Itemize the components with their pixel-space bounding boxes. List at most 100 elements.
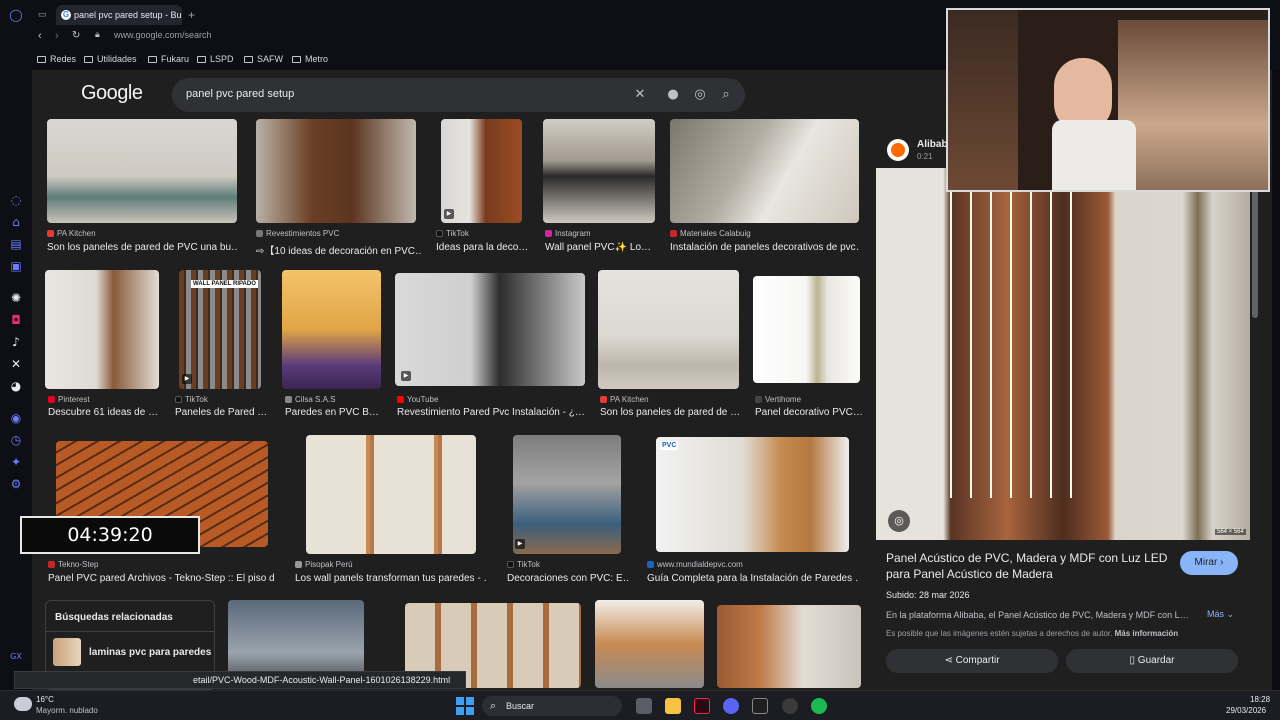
sidebar-bot-icon[interactable]: ⌂ <box>9 215 23 229</box>
tiktok-icon[interactable]: ♪ <box>9 335 23 349</box>
share-button[interactable]: ⋖ Compartir <box>886 649 1058 673</box>
microphone-icon[interactable]: ● <box>665 87 681 103</box>
result-image[interactable] <box>543 119 655 223</box>
result-image[interactable] <box>45 270 159 389</box>
result-image[interactable] <box>256 119 416 223</box>
result-title[interactable]: Son los paneles de pared de PVC una bu… <box>47 242 237 253</box>
result-source: Revestimientos PVC <box>256 229 339 238</box>
tab-search[interactable]: G panel pvc pared setup - Bu <box>56 5 182 25</box>
panel-title[interactable]: Panel Acústico de PVC, Madera y MDF con … <box>886 550 1168 582</box>
windows-start-icon[interactable] <box>456 697 474 715</box>
search-icon[interactable]: ⌕ <box>718 87 734 103</box>
result-title[interactable]: Instalación de paneles decorativos de pv… <box>670 242 860 253</box>
result-title[interactable]: Panel decorativo PVC… <box>755 407 865 418</box>
spotify-icon[interactable]: ◉ <box>9 411 23 425</box>
result-title[interactable]: Panel PVC pared Archivos - Tekno-Step ::… <box>48 573 276 584</box>
extensions-icon[interactable]: ✦ <box>9 455 23 469</box>
folder-icon <box>292 56 301 63</box>
sidebar-m-icon[interactable]: ▣ <box>9 259 23 273</box>
forward-icon[interactable]: › <box>55 30 59 42</box>
result-title[interactable]: Wall panel PVC✨ Lo… <box>545 242 655 253</box>
folder-icon <box>37 56 46 63</box>
result-title[interactable]: Los wall panels transforman tus paredes … <box>295 573 487 584</box>
result-title[interactable]: Paneles de Pared … <box>175 407 267 418</box>
new-tab-button[interactable]: + <box>188 8 195 22</box>
result-title[interactable]: Paredes en PVC B… <box>285 407 380 418</box>
panel-site[interactable]: Alibab <box>917 139 948 150</box>
sidebar-circle-icon[interactable]: ◌ <box>9 193 23 207</box>
lens-icon[interactable]: ◎ <box>692 87 708 103</box>
browser-logo-icon[interactable]: ◯ <box>9 8 23 22</box>
more-info-link[interactable]: Más información <box>1115 629 1179 638</box>
result-source: Pisopak Perú <box>295 560 353 569</box>
reload-icon[interactable]: ↻ <box>72 30 80 41</box>
bookmark-utilidades[interactable]: Utilidades <box>84 54 137 64</box>
result-title[interactable]: ⇨【10 ideas de decoración en PVC… <box>256 242 421 257</box>
result-source: Tekno-Step <box>48 560 98 569</box>
address-bar[interactable]: www.google.com/search <box>114 30 212 40</box>
result-source: www.mundialdepvc.com <box>647 560 743 569</box>
back-icon[interactable]: ‹ <box>38 30 42 42</box>
result-image[interactable] <box>595 600 704 688</box>
result-image[interactable]: PVC <box>656 437 849 552</box>
save-button[interactable]: ▯ Guardar <box>1066 649 1238 673</box>
result-image[interactable] <box>282 270 381 389</box>
thumb-badge: WALL PANEL RIPADO <box>191 280 258 288</box>
result-image[interactable] <box>753 276 860 383</box>
task-view-icon[interactable] <box>636 698 652 714</box>
result-title[interactable]: Son los paneles de pared de … <box>600 407 740 418</box>
opera-gx-icon[interactable] <box>694 698 710 714</box>
clear-icon[interactable]: ✕ <box>632 87 648 103</box>
sidebar-mail-icon[interactable]: ▤ <box>9 237 23 251</box>
result-title[interactable]: Ideas para la deco… <box>436 242 531 253</box>
result-image[interactable]: ▶ <box>441 119 522 223</box>
google-logo[interactable]: Google <box>81 82 143 105</box>
chatgpt-icon[interactable]: ✺ <box>9 291 23 305</box>
result-image[interactable] <box>717 605 861 688</box>
audio-app-icon[interactable] <box>752 698 768 714</box>
file-explorer-icon[interactable] <box>665 698 681 714</box>
discord-icon[interactable]: ◕ <box>9 379 23 393</box>
result-image[interactable]: ▶ <box>395 273 585 386</box>
result-title[interactable]: Revestimiento Pared Pvc Instalación - ¿… <box>397 407 587 418</box>
bookmark-safw[interactable]: SAFW <box>244 54 283 64</box>
taskbar-search[interactable]: ⌕ Buscar <box>482 696 622 716</box>
related-item[interactable]: laminas pvc para paredes <box>89 647 211 658</box>
lens-icon[interactable]: ◎ <box>888 510 910 532</box>
result-title[interactable]: Decoraciones con PVC: E… <box>507 573 629 584</box>
settings-icon[interactable]: ⚙ <box>9 477 23 491</box>
x-icon[interactable]: ✕ <box>9 357 23 371</box>
result-image[interactable] <box>670 119 859 223</box>
browser-sidebar: ◯ ◌ ⌂ ▤ ▣ ✺ ◘ ♪ ✕ ◕ ◉ ◷ ✦ ⚙ GX <box>0 0 32 690</box>
weather-cloud-icon <box>14 697 32 711</box>
site-favicon-icon <box>436 230 443 237</box>
history-icon[interactable]: ◷ <box>9 433 23 447</box>
discord-icon[interactable] <box>723 698 739 714</box>
result-image[interactable] <box>306 435 476 554</box>
folder-icon <box>244 56 253 63</box>
gx-icon[interactable]: GX <box>9 650 23 664</box>
search-input[interactable]: panel pvc pared setup <box>186 88 294 100</box>
preview-image[interactable]: ◎ 564 × 564 <box>876 168 1250 540</box>
result-image[interactable] <box>598 270 739 389</box>
more-button[interactable]: Más ⌄ <box>1207 609 1234 620</box>
clock-date[interactable]: 29/03/2026 <box>1226 706 1266 715</box>
clock-time[interactable]: 18:28 <box>1250 695 1270 704</box>
result-image[interactable] <box>47 119 237 223</box>
bookmark-fukaru[interactable]: Fukaru <box>148 54 189 64</box>
tab-manager-icon[interactable]: ▭ <box>38 9 48 19</box>
weather-temp[interactable]: 16°C <box>36 695 54 704</box>
instagram-icon[interactable]: ◘ <box>9 313 23 327</box>
spotify-icon[interactable] <box>811 698 827 714</box>
search-box[interactable]: panel pvc pared setup ✕ ● ◎ ⌕ <box>172 78 745 112</box>
result-title[interactable]: Guía Completa para la Instalación de Par… <box>647 573 859 584</box>
bookmark-redes[interactable]: Redes <box>37 54 76 64</box>
obs-icon[interactable] <box>782 698 798 714</box>
bookmark-lspd[interactable]: LSPD <box>197 54 234 64</box>
result-title[interactable]: Descubre 61 ideas de … <box>48 407 161 418</box>
weather-desc[interactable]: Mayorm. nublado <box>36 706 98 715</box>
bookmark-metro[interactable]: Metro <box>292 54 328 64</box>
result-image[interactable]: ▶ <box>513 435 621 554</box>
result-image[interactable]: WALL PANEL RIPADO ▶ <box>179 270 261 389</box>
visit-button[interactable]: Mirar › <box>1180 551 1238 575</box>
